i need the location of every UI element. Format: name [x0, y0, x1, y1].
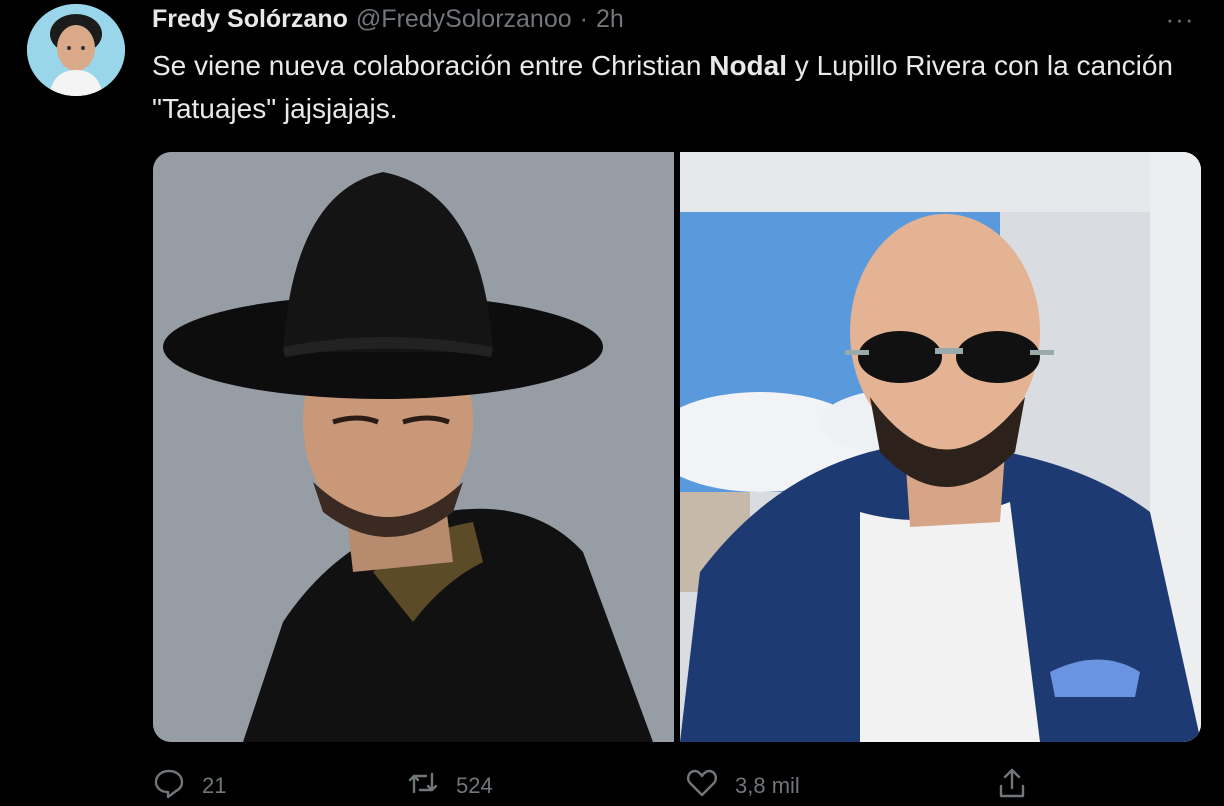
like-action[interactable]: 3,8 mil: [685, 766, 800, 806]
tweet-header: Fredy Solórzano @FredySolorzanoo · 2h: [152, 2, 624, 36]
share-action[interactable]: [995, 766, 1029, 806]
tweet-text-part1: Se viene nueva colaboración entre Christ…: [152, 50, 710, 81]
share-icon[interactable]: [995, 766, 1029, 806]
media-photo-left[interactable]: [153, 152, 674, 742]
retweet-action[interactable]: 524: [406, 766, 493, 806]
tweet-text: Se viene nueva colaboración entre Christ…: [152, 44, 1192, 130]
tweet-text-bold: Nodal: [709, 50, 788, 81]
retweet-count: 524: [456, 773, 493, 798]
like-count: 3,8 mil: [735, 773, 800, 798]
separator-dot: ·: [579, 4, 588, 33]
heart-icon[interactable]: [685, 766, 719, 806]
reply-count: 21: [202, 773, 227, 798]
tweet-media[interactable]: [153, 152, 1201, 742]
author-name[interactable]: Fredy Solórzano: [152, 5, 348, 34]
more-icon[interactable]: ···: [1160, 2, 1200, 36]
author-avatar[interactable]: [27, 4, 125, 96]
timestamp[interactable]: 2h: [596, 5, 624, 34]
retweet-icon[interactable]: [406, 766, 440, 806]
reply-action[interactable]: 21: [152, 766, 226, 806]
media-photo-right[interactable]: [680, 152, 1201, 742]
action-bar: 21 524 3,8 mil: [152, 766, 1052, 806]
reply-icon[interactable]: [152, 766, 186, 806]
author-handle[interactable]: @FredySolorzanoo: [356, 5, 572, 34]
